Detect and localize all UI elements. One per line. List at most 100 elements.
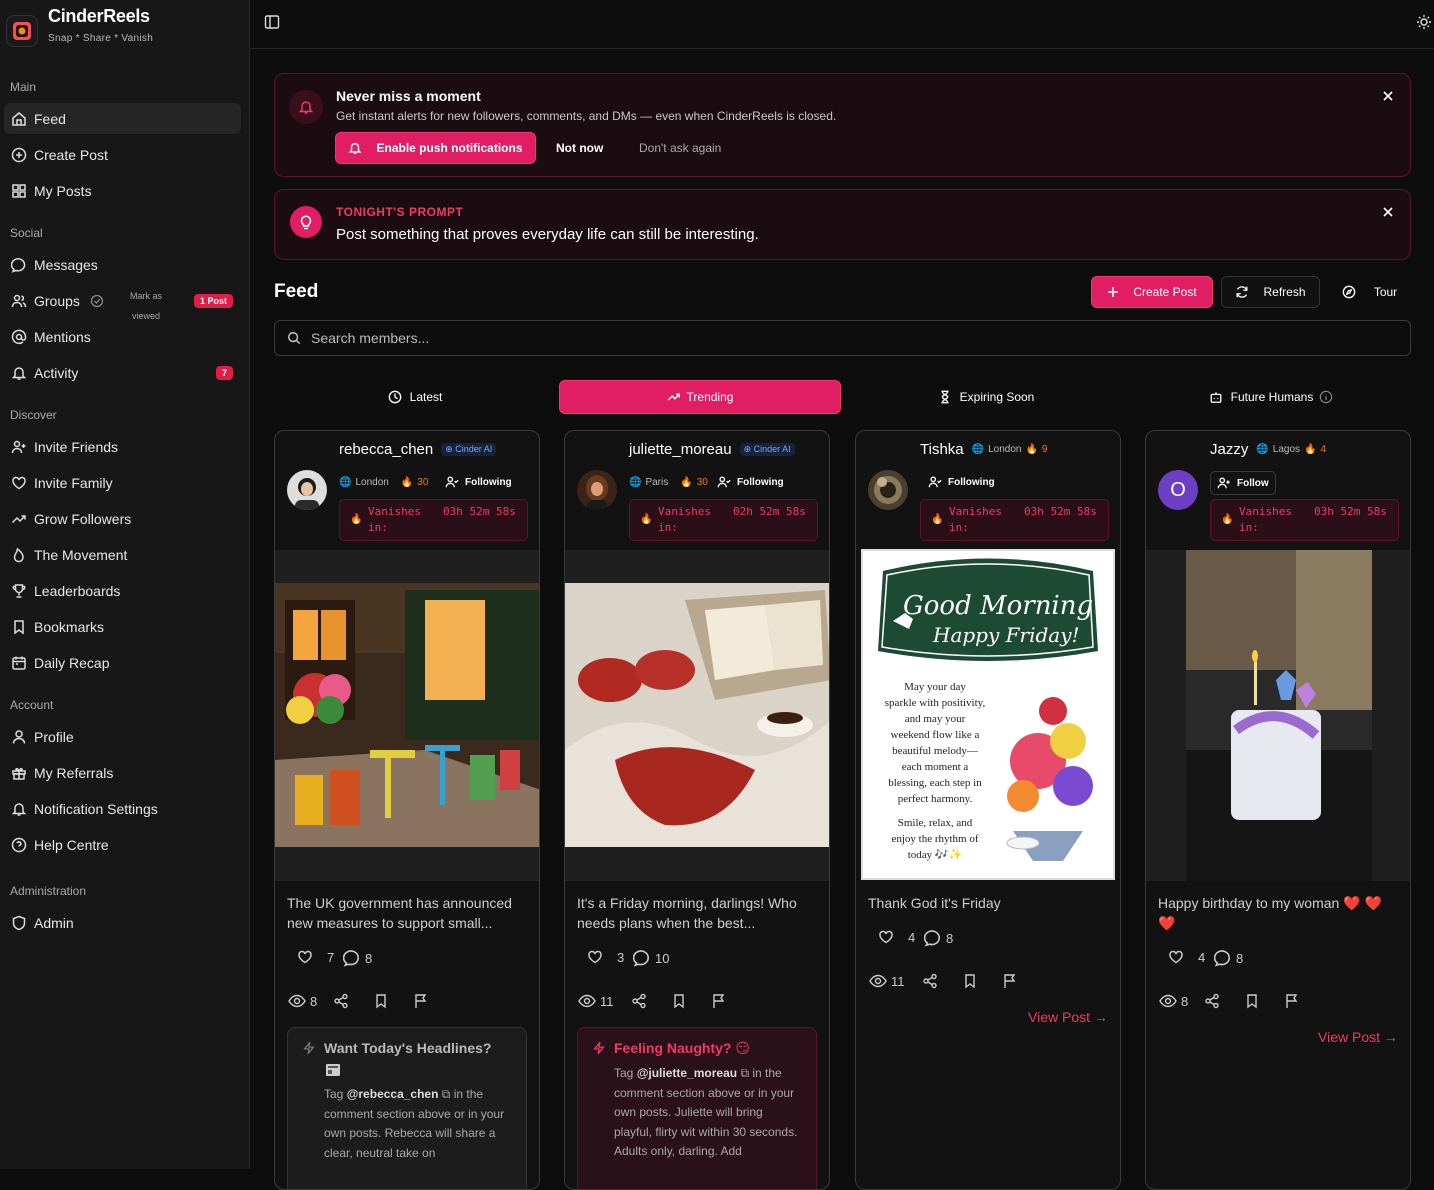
comment-button[interactable]: 8 xyxy=(1214,949,1243,967)
nav-notification-settings[interactable]: Notification Settings xyxy=(4,793,241,824)
view-post-link[interactable]: View Post → xyxy=(1028,1009,1108,1025)
post-caption[interactable]: Happy birthday to my woman ❤️ ❤️ ❤️ xyxy=(1158,893,1402,933)
sidebar-toggle-icon[interactable] xyxy=(264,14,280,30)
post-card[interactable]: Jazzy 🌐 Lagos 🔥 4 O Follow 🔥 Vanishes in: 03h … xyxy=(1145,430,1411,1190)
avatar[interactable]: O xyxy=(1158,470,1198,510)
heart-icon xyxy=(10,474,28,492)
comment-button[interactable]: 8 xyxy=(924,929,953,947)
tab-latest[interactable]: Latest xyxy=(275,380,555,414)
bell-icon xyxy=(10,364,28,382)
comment-button[interactable]: 8 xyxy=(343,949,372,967)
post-caption[interactable]: Thank God it's Friday xyxy=(868,893,1112,913)
refresh-button[interactable]: Refresh xyxy=(1221,276,1320,308)
comment-icon xyxy=(1214,949,1232,967)
check-circle-icon[interactable] xyxy=(90,294,104,308)
copy-icon[interactable]: ⧉ xyxy=(442,1087,451,1101)
banner-subtitle: Get instant alerts for new followers, co… xyxy=(336,109,837,123)
following-button[interactable]: Following xyxy=(445,475,512,489)
view-post-link[interactable]: View Post → xyxy=(1318,1029,1398,1045)
nav-messages[interactable]: Messages xyxy=(4,249,241,280)
avatar[interactable] xyxy=(868,470,908,510)
dont-ask-again-button[interactable]: Don't ask again xyxy=(639,141,721,155)
bookmark-icon[interactable] xyxy=(962,973,978,989)
username[interactable]: rebecca_chen xyxy=(339,441,433,458)
flag-icon[interactable] xyxy=(711,993,727,1009)
like-button[interactable]: 4 xyxy=(1168,949,1205,965)
following-button[interactable]: Following xyxy=(928,475,995,489)
username[interactable]: Jazzy xyxy=(1210,441,1248,458)
nav-invite-family[interactable]: Invite Family xyxy=(4,467,241,498)
info-icon[interactable] xyxy=(1319,390,1333,404)
share-icon[interactable] xyxy=(922,973,938,989)
sidebar: CinderReels Snap * Share * Vanish Main F… xyxy=(0,0,250,1169)
mark-as-viewed[interactable]: Mark as viewed xyxy=(128,286,164,326)
bookmark-icon[interactable] xyxy=(1244,993,1260,1009)
post-username-row: Tishka 🌐 London 🔥 9 xyxy=(920,441,1047,458)
post-image[interactable]: Good Morning Happy Friday! May your day s… xyxy=(861,549,1115,880)
following-button[interactable]: Following xyxy=(717,475,784,489)
brand[interactable]: CinderReels Snap * Share * Vanish xyxy=(6,6,153,47)
nav-admin[interactable]: Admin xyxy=(4,907,241,938)
enable-push-button[interactable]: Enable push notifications xyxy=(335,132,536,164)
like-button[interactable]: 4 xyxy=(878,929,915,945)
user-check-icon xyxy=(445,475,459,489)
nav-my-referrals[interactable]: My Referrals xyxy=(4,757,241,788)
like-button[interactable]: 3 xyxy=(587,949,624,965)
nav-feed[interactable]: Feed xyxy=(4,103,241,134)
post-card[interactable]: Tishka 🌐 London 🔥 9 Following 🔥 Vanishes in: 0… xyxy=(855,430,1121,1190)
post-image[interactable] xyxy=(1146,550,1410,881)
username[interactable]: Tishka xyxy=(920,441,964,458)
nav-my-posts[interactable]: My Posts xyxy=(4,175,241,206)
nav-create-post[interactable]: Create Post xyxy=(4,139,241,170)
nav-daily-recap[interactable]: Daily Recap xyxy=(4,647,241,678)
close-icon[interactable] xyxy=(1380,204,1396,220)
bookmark-icon[interactable] xyxy=(373,993,389,1009)
tab-future-humans[interactable]: Future Humans xyxy=(1131,380,1411,414)
avatar[interactable] xyxy=(577,470,617,510)
post-caption[interactable]: The UK government has announced new meas… xyxy=(287,893,531,933)
create-post-button[interactable]: Create Post xyxy=(1091,276,1213,308)
lightbulb-icon xyxy=(290,206,322,238)
tab-trending[interactable]: Trending xyxy=(559,380,841,414)
bell-icon xyxy=(348,141,362,155)
share-icon[interactable] xyxy=(631,993,647,1009)
not-now-button[interactable]: Not now xyxy=(556,141,603,155)
eye-icon xyxy=(578,993,596,1009)
comment-button[interactable]: 10 xyxy=(633,949,669,967)
flag-icon[interactable] xyxy=(413,993,429,1009)
nav-grow-followers[interactable]: Grow Followers xyxy=(4,503,241,534)
vanish-countdown: 🔥 Vanishes in: 02h 52m 58s xyxy=(629,499,818,541)
nav-help-centre[interactable]: Help Centre xyxy=(4,829,241,860)
headlines-box: Want Today's Headlines? Tag @rebecca_che… xyxy=(287,1027,527,1189)
avatar[interactable] xyxy=(287,470,327,510)
nav-groups[interactable]: Groups 1 Post xyxy=(4,285,241,316)
user-check-icon xyxy=(717,475,731,489)
tour-button[interactable]: Tour xyxy=(1328,276,1411,308)
nav-activity[interactable]: Activity 7 xyxy=(4,357,241,388)
close-icon[interactable] xyxy=(1380,88,1396,104)
flag-icon[interactable] xyxy=(1002,973,1018,989)
post-card[interactable]: rebecca_chen ⊕ Cinder AI 🌐 London 🔥 30 Follo… xyxy=(274,430,540,1190)
copy-icon[interactable]: ⧉ xyxy=(740,1066,749,1080)
nav-the-movement[interactable]: The Movement xyxy=(4,539,241,570)
post-card[interactable]: juliette_moreau ⊕ Cinder AI 🌐 Paris 🔥 30 Fol… xyxy=(564,430,830,1190)
nav-profile[interactable]: Profile xyxy=(4,721,241,752)
nav-mentions[interactable]: Mentions xyxy=(4,321,241,352)
theme-toggle-sun-icon[interactable] xyxy=(1416,14,1432,30)
post-caption[interactable]: It's a Friday morning, darlings! Who nee… xyxy=(577,893,821,933)
like-button[interactable]: 7 xyxy=(297,949,334,965)
flag-icon[interactable] xyxy=(1284,993,1300,1009)
post-image[interactable] xyxy=(565,550,829,881)
nav-bookmarks[interactable]: Bookmarks xyxy=(4,611,241,642)
section-administration: Administration xyxy=(10,884,87,898)
share-icon[interactable] xyxy=(333,993,349,1009)
bookmark-icon[interactable] xyxy=(671,993,687,1009)
follow-button[interactable]: Follow xyxy=(1210,471,1276,495)
search-members-field[interactable]: Search members... xyxy=(274,320,1411,356)
username[interactable]: juliette_moreau xyxy=(629,441,732,458)
nav-leaderboards[interactable]: Leaderboards xyxy=(4,575,241,606)
nav-invite-friends[interactable]: Invite Friends xyxy=(4,431,241,462)
post-image[interactable] xyxy=(275,550,539,881)
share-icon[interactable] xyxy=(1204,993,1220,1009)
tab-expiring-soon[interactable]: Expiring Soon xyxy=(845,380,1127,414)
